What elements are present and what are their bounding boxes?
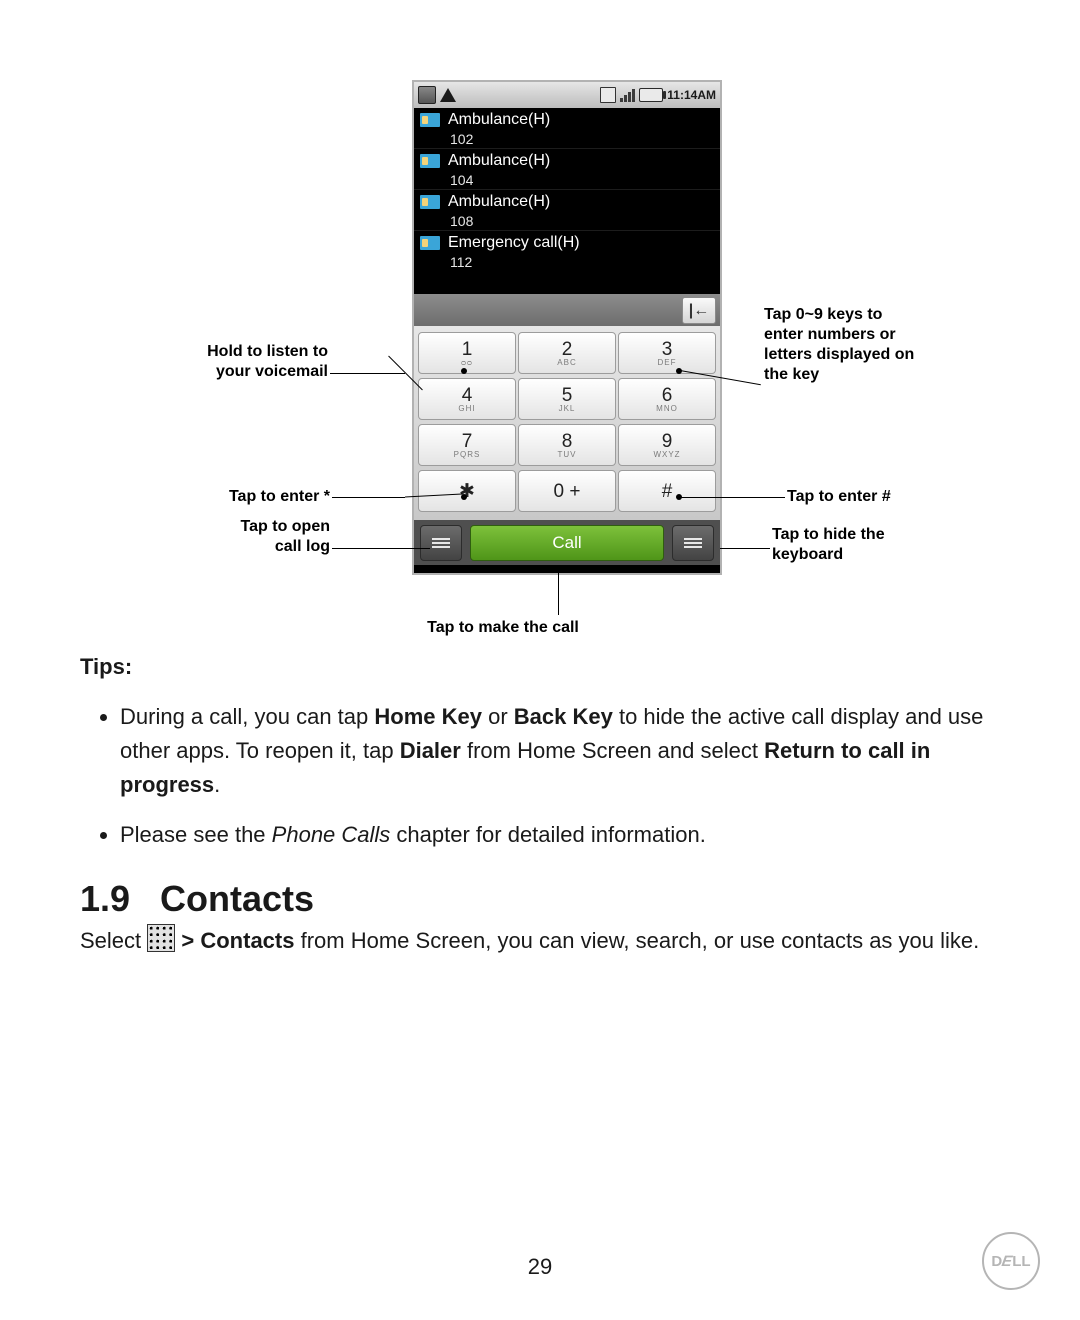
sim-card-icon (420, 113, 440, 127)
contact-number: 102 (448, 130, 550, 148)
key-8[interactable]: 8TUV (518, 424, 616, 466)
key-9[interactable]: 9WXYZ (618, 424, 716, 466)
dial-keypad: 1ᴑᴑ 2ABC 3DEF 4GHI 5JKL 6MNO 7PQRS 8TUV … (414, 326, 720, 520)
key-1[interactable]: 1ᴑᴑ (418, 332, 516, 374)
contact-name: Ambulance(H) (448, 192, 550, 212)
make-call-callout: Tap to make the call (378, 618, 628, 638)
page-number: 29 (0, 1254, 1080, 1280)
key-2[interactable]: 2ABC (518, 332, 616, 374)
call-log-button[interactable] (420, 525, 462, 561)
section-body: Select > Contacts from Home Screen, you … (80, 924, 1000, 958)
contact-name: Ambulance(H) (448, 110, 550, 130)
key-3[interactable]: 3DEF (618, 332, 716, 374)
contact-item[interactable]: Ambulance(H) 108 (414, 189, 720, 230)
status-time: 11:14AM (667, 88, 716, 102)
warning-icon (440, 88, 456, 102)
contact-number: 112 (448, 253, 580, 271)
phone-mock: 11:14AM Ambulance(H) 102 Ambulance(H) 1 (412, 80, 722, 575)
section-heading: 1.9 Contacts (80, 882, 1000, 916)
contact-list: Ambulance(H) 102 Ambulance(H) 104 Ambula… (414, 108, 720, 294)
contact-number: 104 (448, 171, 550, 189)
sim-card-icon (420, 236, 440, 250)
status-icon (600, 87, 616, 103)
app-grid-icon (147, 924, 175, 952)
key-7[interactable]: 7PQRS (418, 424, 516, 466)
enter-hash-callout: Tap to enter # (787, 487, 987, 507)
tips-heading: Tips: (80, 650, 1000, 684)
voicemail-callout: Hold to listen toyour voicemail (98, 342, 328, 382)
tip-item: Please see the Phone Calls chapter for d… (120, 818, 1000, 852)
contact-name: Emergency call(H) (448, 233, 580, 253)
section-title: Contacts (160, 882, 314, 916)
call-button[interactable]: Call (470, 525, 664, 561)
contact-item[interactable]: Emergency call(H) 112 (414, 230, 720, 271)
keyboard-hide-icon (684, 536, 702, 550)
tips-list: During a call, you can tap Home Key or B… (80, 700, 1000, 852)
contact-number: 108 (448, 212, 550, 230)
dell-logo: DELL (982, 1232, 1040, 1290)
sim-icon (418, 86, 436, 104)
input-bar: |← (414, 294, 720, 326)
backspace-button[interactable]: |← (682, 297, 716, 324)
dialer-bottom-bar: Call (414, 520, 720, 565)
annotated-phone-figure: 11:14AM Ambulance(H) 102 Ambulance(H) 1 (80, 80, 1000, 650)
enter-star-callout: Tap to enter * (150, 487, 330, 507)
call-log-callout: Tap to opencall log (150, 517, 330, 557)
contact-item[interactable]: Ambulance(H) 104 (414, 148, 720, 189)
numkeys-callout: Tap 0~9 keys toenter numbers orletters d… (764, 305, 984, 385)
contact-item[interactable]: Ambulance(H) 102 (414, 108, 720, 148)
list-icon (432, 536, 450, 550)
key-star[interactable]: ✱ (418, 470, 516, 512)
hide-keyboard-button[interactable] (672, 525, 714, 561)
key-5[interactable]: 5JKL (518, 378, 616, 420)
battery-icon (639, 88, 663, 102)
tip-item: During a call, you can tap Home Key or B… (120, 700, 1000, 802)
contact-name: Ambulance(H) (448, 151, 550, 171)
sim-card-icon (420, 195, 440, 209)
key-0[interactable]: 0 + (518, 470, 616, 512)
status-bar: 11:14AM (414, 82, 720, 108)
section-number: 1.9 (80, 882, 130, 916)
key-hash[interactable]: # (618, 470, 716, 512)
key-4[interactable]: 4GHI (418, 378, 516, 420)
signal-icon (620, 89, 635, 102)
key-6[interactable]: 6MNO (618, 378, 716, 420)
hide-keyboard-callout: Tap to hide thekeyboard (772, 525, 972, 565)
sim-card-icon (420, 154, 440, 168)
